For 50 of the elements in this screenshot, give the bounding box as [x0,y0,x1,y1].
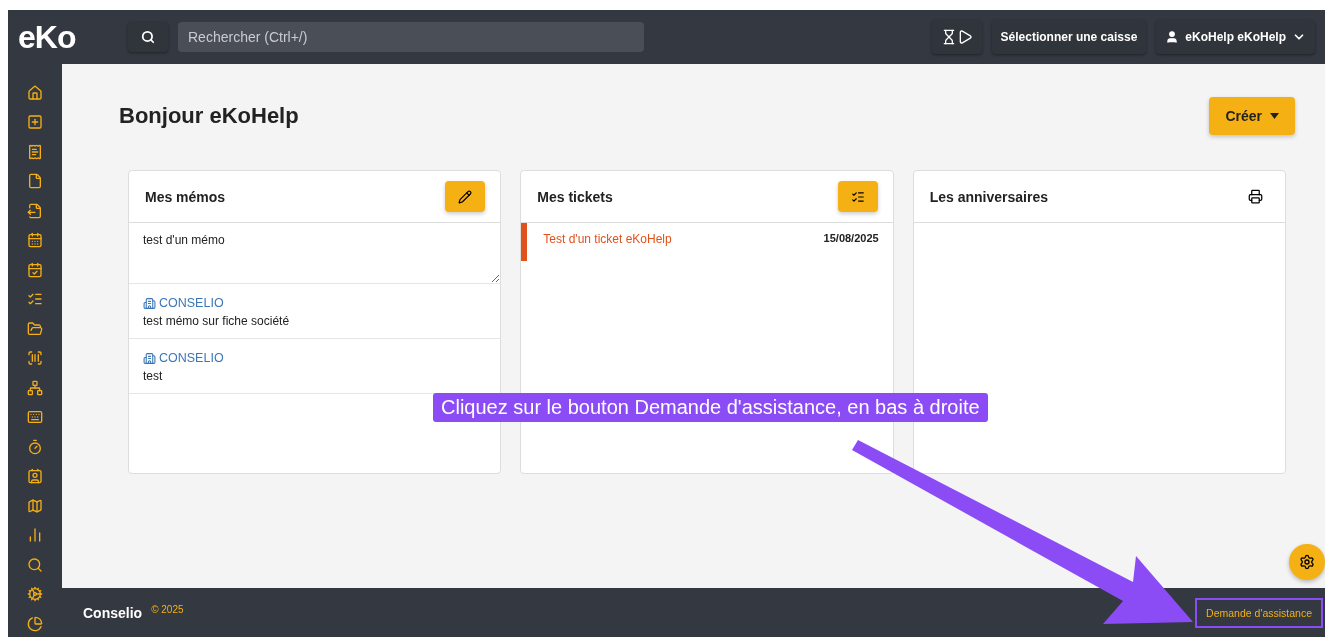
building-icon [143,351,156,365]
edit-button[interactable] [445,181,486,212]
calendar-icon[interactable] [27,231,43,249]
search-button[interactable] [128,22,168,52]
settings-icon[interactable] [27,585,43,603]
search-field[interactable]: Rechercher (Ctrl+/) [178,22,644,52]
footer-brand: Conselio [83,604,143,621]
gear-icon [1299,554,1315,570]
folder-icon[interactable] [27,320,43,337]
register-select-button[interactable]: Sélectionner une caisse [991,20,1147,54]
cash-register-icon[interactable] [27,408,43,426]
user-icon [1165,30,1180,44]
hierarchy-icon[interactable] [27,379,43,396]
card-title: Les anniversaires [929,188,1048,205]
memo-text: test mémo sur fiche société [143,314,291,328]
company-link[interactable]: CONSELIO [143,296,487,310]
map-icon[interactable] [27,497,43,514]
annotation-callout: Cliquez sur le bouton Demande d'assistance, en bas à droite [433,393,988,422]
ticket-list-button[interactable] [837,181,878,212]
ticket-link[interactable]: Test d'un ticket eKoHelp [543,232,672,246]
calendar-edit-icon[interactable] [27,261,43,278]
card-title: Mes tickets [537,188,613,205]
receipt-icon[interactable] [27,143,43,160]
copyright-text: © 2025 [151,604,184,615]
create-button[interactable]: Créer [1209,97,1295,135]
ticket-row[interactable]: Test d'un ticket eKoHelp 15/08/2025 [521,223,893,261]
timer-button[interactable] [931,20,982,54]
search-icon [141,30,155,44]
greeting-heading: Bonjour eKoHelp [119,103,299,129]
caret-icon [1270,113,1279,119]
pie-chart-icon[interactable] [27,615,43,632]
document-icon[interactable] [27,172,43,190]
stopwatch-icon[interactable] [27,438,43,455]
pencil-icon [458,189,473,204]
memo-text: test [143,369,164,383]
ticket-date: 15/08/2025 [823,232,879,244]
contact-card-icon[interactable] [27,467,43,485]
checklist-icon [850,189,865,204]
company-link[interactable]: CONSELIO [143,351,487,365]
home-icon[interactable] [27,84,43,101]
scanner-icon[interactable] [27,349,43,367]
search-icon[interactable] [27,556,43,573]
card-title: Mes mémos [145,188,226,205]
print-icon[interactable] [1248,189,1263,204]
bar-chart-icon[interactable] [27,526,43,544]
user-menu[interactable]: eKoHelp eKoHelp [1156,20,1315,54]
add-icon[interactable] [27,113,43,131]
logo: eKo [18,18,77,56]
building-icon [143,296,156,310]
assistance-button[interactable]: Demande d'assistance [1195,597,1323,628]
